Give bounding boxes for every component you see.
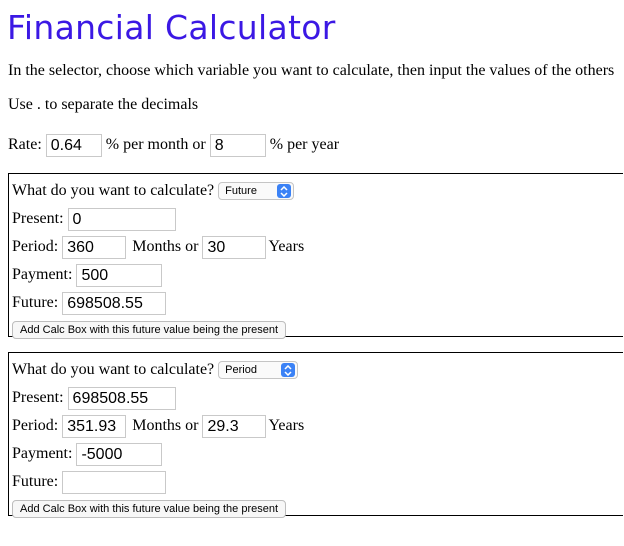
period-label: Period: <box>12 417 59 434</box>
future-input[interactable]: 698508.55 <box>62 291 167 315</box>
rate-year-suffix: % per year <box>269 136 340 154</box>
months-or-label: Months or <box>132 417 199 434</box>
future-label: Future: <box>12 294 59 311</box>
calc-target-select[interactable]: Period <box>218 361 299 379</box>
instructions-line-2: Use . to separate the decimals <box>8 96 199 113</box>
present-input[interactable]: 698508.55 <box>67 386 176 410</box>
period-months-input[interactable]: 351.93 <box>62 414 127 438</box>
rate-row: Rate: 0.64 % per month or 8 % per year <box>8 134 339 157</box>
rate-label: Rate: <box>8 136 42 154</box>
calc-target-select-value: Period <box>225 364 257 376</box>
future-label: Future: <box>12 473 59 490</box>
calc-target-select[interactable]: Future <box>218 182 295 200</box>
payment-label: Payment: <box>12 445 73 462</box>
add-calc-box-button[interactable]: Add Calc Box with this future value bein… <box>12 321 287 339</box>
payment-label: Payment: <box>12 266 73 283</box>
instructions-line-1: In the selector, choose which variable y… <box>8 62 615 79</box>
period-label: Period: <box>12 238 59 255</box>
calc-target-select-value: Future <box>225 185 257 197</box>
chevron-updown-icon <box>281 363 296 377</box>
calc-question: What do you want to calculate? <box>12 361 215 378</box>
period-years-input[interactable]: 29.3 <box>202 414 267 438</box>
calc-box-1: What do you want to calculate? Future Pr… <box>8 173 623 339</box>
period-months-input[interactable]: 360 <box>62 235 127 259</box>
present-input[interactable]: 0 <box>67 207 176 231</box>
chevron-updown-icon <box>277 184 292 198</box>
years-label: Years <box>268 238 305 255</box>
period-years-input[interactable]: 30 <box>202 235 267 259</box>
rate-year-input[interactable]: 8 <box>209 134 266 157</box>
present-label: Present: <box>12 210 64 227</box>
payment-input[interactable]: 500 <box>76 263 163 287</box>
page-title: Financial Calculator <box>7 8 336 47</box>
payment-input[interactable]: -5000 <box>76 442 163 466</box>
future-input[interactable] <box>62 470 167 494</box>
add-calc-box-button[interactable]: Add Calc Box with this future value bein… <box>12 500 287 518</box>
years-label: Years <box>268 417 305 434</box>
rate-month-suffix: % per month or <box>105 136 206 154</box>
months-or-label: Months or <box>132 238 199 255</box>
calc-box-2: What do you want to calculate? Period Pr… <box>8 352 623 518</box>
calc-question: What do you want to calculate? <box>12 182 215 199</box>
present-label: Present: <box>12 389 64 406</box>
rate-month-input[interactable]: 0.64 <box>45 134 102 157</box>
